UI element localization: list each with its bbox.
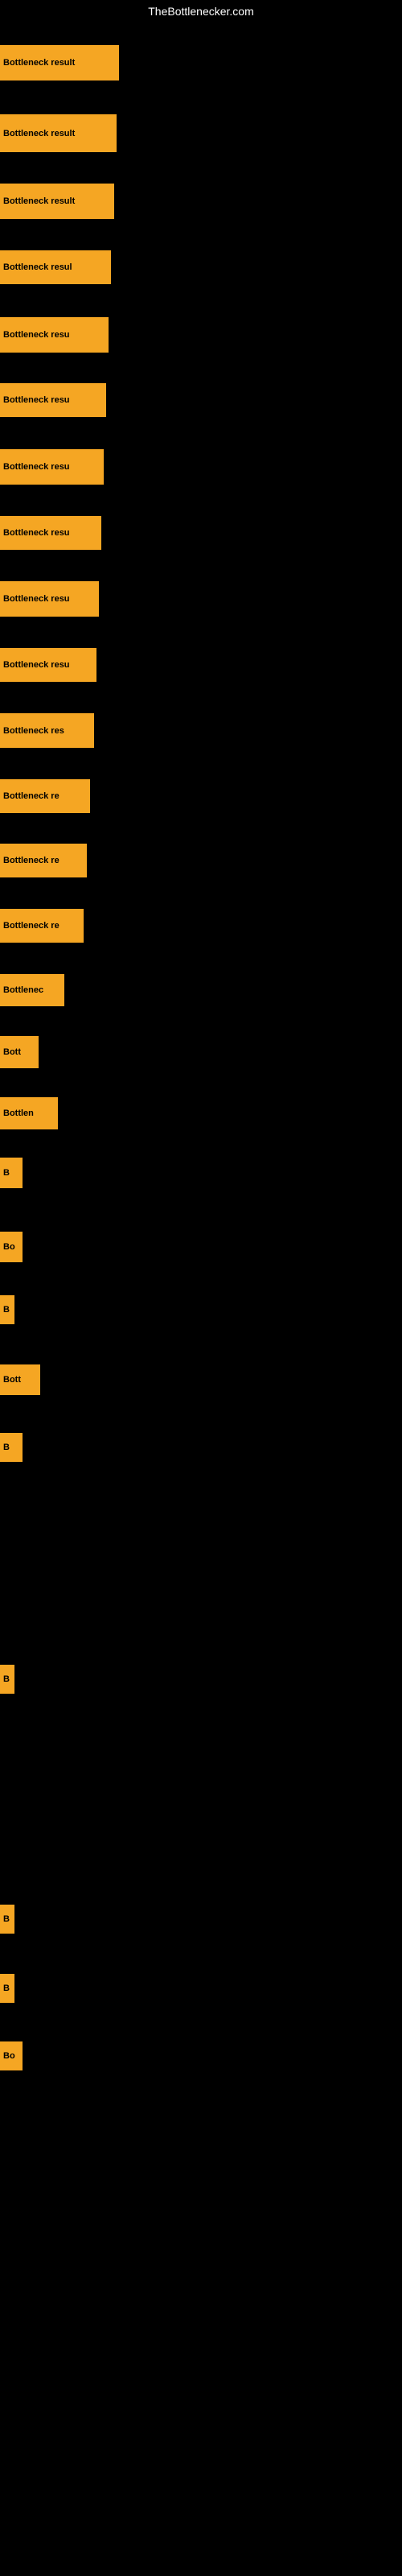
bottleneck-bar-13: Bottleneck re bbox=[0, 844, 87, 877]
bottleneck-bar-4: Bottleneck resul bbox=[0, 250, 111, 284]
bottleneck-bar-9: Bottleneck resu bbox=[0, 581, 99, 617]
bottleneck-bar-21: Bott bbox=[0, 1364, 40, 1395]
bottleneck-bar-6: Bottleneck resu bbox=[0, 383, 106, 417]
bottleneck-bar-16: Bott bbox=[0, 1036, 39, 1068]
bottleneck-bar-10: Bottleneck resu bbox=[0, 648, 96, 682]
bottleneck-bar-3: Bottleneck result bbox=[0, 184, 114, 219]
bottleneck-bar-2: Bottleneck result bbox=[0, 114, 117, 152]
bottleneck-bar-7: Bottleneck resu bbox=[0, 449, 104, 485]
bottleneck-bar-5: Bottleneck resu bbox=[0, 317, 109, 353]
bottleneck-bar-19: Bo bbox=[0, 1232, 23, 1262]
bottleneck-bar-25: B bbox=[0, 1974, 14, 2003]
bottleneck-bar-26: Bo bbox=[0, 2041, 23, 2070]
bottleneck-bar-12: Bottleneck re bbox=[0, 779, 90, 813]
bottleneck-bar-1: Bottleneck result bbox=[0, 45, 119, 80]
bottleneck-bar-11: Bottleneck res bbox=[0, 713, 94, 748]
bottleneck-bar-14: Bottleneck re bbox=[0, 909, 84, 943]
bottleneck-bar-24: B bbox=[0, 1905, 14, 1934]
bottleneck-bar-8: Bottleneck resu bbox=[0, 516, 101, 550]
bottleneck-bar-22: B bbox=[0, 1433, 23, 1462]
bottleneck-bar-20: B bbox=[0, 1295, 14, 1324]
bottleneck-bar-23: B bbox=[0, 1665, 14, 1694]
bottleneck-bar-18: B bbox=[0, 1158, 23, 1188]
site-title: TheBottlenecker.com bbox=[0, 2, 402, 21]
bottleneck-bar-17: Bottlen bbox=[0, 1097, 58, 1129]
bottleneck-bar-15: Bottlenec bbox=[0, 974, 64, 1006]
